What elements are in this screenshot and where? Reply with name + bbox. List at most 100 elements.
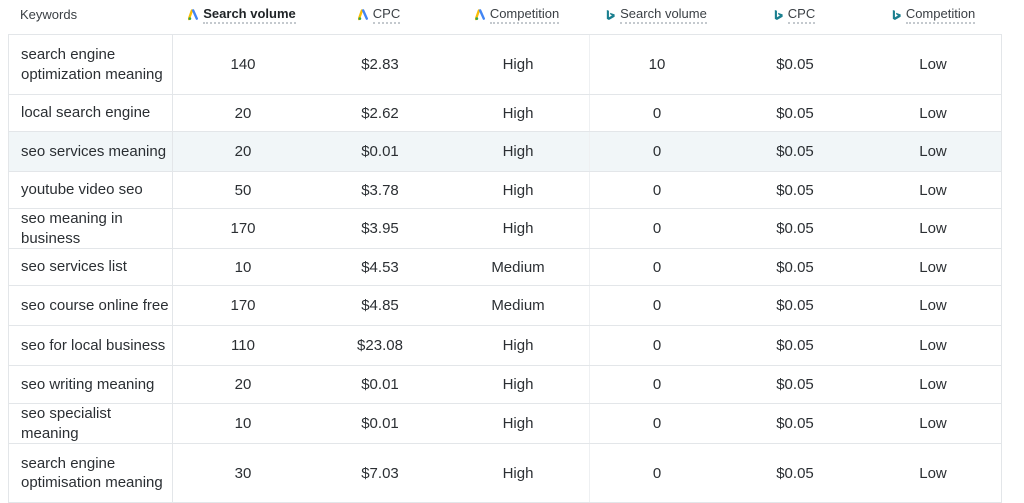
google-ads-icon <box>474 9 485 21</box>
google-cpc-cell: $4.85 <box>361 297 399 314</box>
table-row[interactable]: seo meaning in business 170 $3.95 High 0… <box>8 209 1002 249</box>
header-google-competition-label: Competition <box>489 6 560 24</box>
keyword-cell: seo services list <box>9 249 173 285</box>
keyword-text: seo specialist meaning <box>21 405 112 442</box>
google-competition-cell: High <box>447 366 590 403</box>
keyword-text: seo for local business <box>21 336 166 354</box>
keyword-table-view: Keywords Search volume CPC Competition S… <box>0 0 1024 503</box>
keyword-text: search engine optimization meaning <box>21 46 163 83</box>
google-competition-cell: High <box>447 326 590 365</box>
google-ads-icon <box>357 9 368 21</box>
google-cpc-cell: $23.08 <box>357 337 403 354</box>
google-cpc-cell: $2.83 <box>361 56 399 73</box>
google-cpc-cell: $0.01 <box>361 376 399 393</box>
bing-search-volume-cell: 0 <box>652 376 662 393</box>
google-search-volume-cell: 10 <box>234 415 252 432</box>
header-bing-cpc[interactable]: CPC <box>724 4 864 26</box>
bing-cpc-cell: $0.05 <box>776 258 814 276</box>
google-cpc-cell: $0.01 <box>361 143 399 160</box>
bing-search-volume-cell: 10 <box>648 56 666 73</box>
keyword-cell: seo services meaning <box>9 132 173 171</box>
header-google-search-volume-label: Search volume <box>203 6 296 24</box>
google-competition-cell: High <box>447 172 590 208</box>
google-search-volume-cell: 10 <box>234 258 252 276</box>
table-row[interactable]: search engine optimization meaning 140 $… <box>8 34 1002 95</box>
header-bing-competition[interactable]: Competition <box>864 4 1002 26</box>
bing-competition-cell: Low <box>919 415 947 432</box>
bing-competition-cell: Low <box>919 181 947 199</box>
google-cpc-cell: $3.78 <box>361 181 399 199</box>
bing-cpc-cell: $0.05 <box>776 104 814 122</box>
table-row[interactable]: seo specialist meaning 10 $0.01 High 0 $… <box>8 404 1002 444</box>
bing-search-volume-cell: 0 <box>652 258 662 276</box>
keyword-text: seo meaning in business <box>21 210 123 247</box>
keyword-text: seo services meaning <box>21 142 167 160</box>
bing-cpc-cell: $0.05 <box>776 376 814 393</box>
table-row-hovered[interactable]: seo services meaning 20 $0.01 High 0 $0.… <box>8 132 1002 172</box>
table-row[interactable]: youtube video seo 50 $3.78 High 0 $0.05 … <box>8 172 1002 209</box>
keyword-cell: youtube video seo <box>9 172 173 208</box>
bing-competition-cell: Low <box>919 104 947 122</box>
table-row[interactable]: seo for local business 110 $23.08 High 0… <box>8 326 1002 366</box>
google-competition-cell: High <box>447 209 590 248</box>
google-search-volume-cell: 30 <box>234 464 252 482</box>
google-competition-cell: High <box>447 404 590 443</box>
bing-cpc-cell: $0.05 <box>776 181 814 199</box>
header-bing-search-volume[interactable]: Search volume <box>588 4 724 26</box>
table-row[interactable]: seo writing meaning 20 $0.01 High 0 $0.0… <box>8 366 1002 404</box>
google-competition-cell: High <box>447 95 590 131</box>
bing-cpc-cell: $0.05 <box>776 415 814 432</box>
bing-search-volume-cell: 0 <box>652 104 662 122</box>
bing-search-volume-cell: 0 <box>652 220 662 237</box>
google-search-volume-cell: 170 <box>230 220 256 237</box>
google-cpc-cell: $2.62 <box>361 104 399 122</box>
keyword-text: youtube video seo <box>21 181 143 199</box>
bing-search-volume-cell: 0 <box>652 297 662 314</box>
bing-competition-cell: Low <box>919 337 947 354</box>
keyword-text: seo course online free <box>21 296 169 314</box>
bing-competition-cell: Low <box>919 464 947 482</box>
google-search-volume-cell: 140 <box>230 56 256 73</box>
keyword-text: seo writing meaning <box>21 375 155 393</box>
table-header: Keywords Search volume CPC Competition S… <box>0 0 1024 34</box>
header-google-competition[interactable]: Competition <box>446 4 588 26</box>
keyword-cell: seo writing meaning <box>9 366 173 403</box>
keyword-cell: seo course online free <box>9 286 173 325</box>
header-bing-search-volume-label: Search volume <box>620 6 707 24</box>
google-competition-cell: High <box>447 35 590 94</box>
google-search-volume-cell: 20 <box>234 143 252 160</box>
bing-search-volume-cell: 0 <box>652 143 662 160</box>
header-google-cpc-label: CPC <box>372 6 401 24</box>
table-row[interactable]: seo course online free 170 $4.85 Medium … <box>8 286 1002 326</box>
bing-search-volume-cell: 0 <box>652 464 662 482</box>
bing-competition-cell: Low <box>919 220 947 237</box>
google-search-volume-cell: 20 <box>234 104 252 122</box>
google-search-volume-cell: 170 <box>230 297 256 314</box>
header-keywords[interactable]: Keywords <box>20 4 77 26</box>
table-row[interactable]: seo services list 10 $4.53 Medium 0 $0.0… <box>8 249 1002 286</box>
google-competition-cell: High <box>447 132 590 171</box>
google-search-volume-cell: 20 <box>234 376 252 393</box>
bing-competition-cell: Low <box>919 258 947 276</box>
bing-competition-cell: Low <box>919 297 947 314</box>
bing-search-volume-cell: 0 <box>652 337 662 354</box>
keyword-table-body: search engine optimization meaning 140 $… <box>8 34 1002 503</box>
bing-competition-cell: Low <box>919 56 947 73</box>
header-bing-competition-label: Competition <box>905 6 976 24</box>
keyword-cell: seo meaning in business <box>9 209 173 248</box>
keyword-cell: seo specialist meaning <box>9 404 173 443</box>
bing-icon <box>606 9 615 21</box>
table-row[interactable]: search engine optimisation meaning 30 $7… <box>8 444 1002 503</box>
header-google-cpc[interactable]: CPC <box>312 4 446 26</box>
keyword-cell: local search engine <box>9 95 173 131</box>
bing-cpc-cell: $0.05 <box>776 337 814 354</box>
keyword-text: seo services list <box>21 258 127 276</box>
header-google-search-volume[interactable]: Search volume <box>172 4 312 26</box>
google-cpc-cell: $3.95 <box>361 220 399 237</box>
google-cpc-cell: $0.01 <box>361 415 399 432</box>
google-competition-cell: Medium <box>447 249 590 285</box>
table-row[interactable]: local search engine 20 $2.62 High 0 $0.0… <box>8 95 1002 132</box>
bing-cpc-cell: $0.05 <box>776 297 814 314</box>
google-competition-cell: Medium <box>447 286 590 325</box>
google-cpc-cell: $4.53 <box>361 258 399 276</box>
